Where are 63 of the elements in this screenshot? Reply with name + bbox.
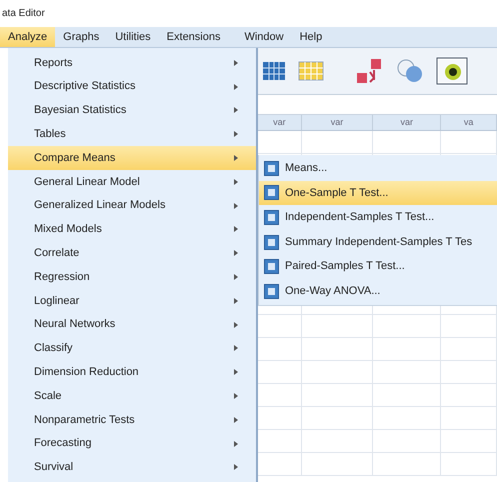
submenu-arrow-icon xyxy=(234,393,238,400)
submenu-arrow-icon xyxy=(234,274,238,280)
target-icon[interactable] xyxy=(436,57,468,85)
column-header: var xyxy=(373,115,442,130)
menu-item[interactable]: Nonparametric Tests xyxy=(8,408,256,432)
procedure-icon xyxy=(264,234,279,250)
submenu-arrow-icon xyxy=(234,60,238,66)
menu-item[interactable]: General Linear Model xyxy=(8,170,256,194)
procedure-icon xyxy=(264,210,279,225)
menu-item[interactable]: Loglinear xyxy=(8,288,256,313)
menu-item[interactable]: One-Sample T Test... xyxy=(259,180,497,206)
submenu-arrow-icon xyxy=(234,345,238,352)
menu-bar-item[interactable]: Graphs xyxy=(55,27,108,47)
menu-bar-item[interactable]: Window xyxy=(236,27,292,47)
procedure-icon xyxy=(264,185,279,200)
column-header: var xyxy=(302,115,374,130)
window-title: ata Editor xyxy=(2,7,45,21)
value-labels-icon[interactable] xyxy=(356,58,384,84)
menu-item[interactable]: Classify xyxy=(8,336,256,360)
menu-bar-item[interactable]: Extensions xyxy=(158,27,228,47)
variable-view-icon[interactable] xyxy=(298,59,324,83)
menu-item[interactable]: Regression xyxy=(8,265,256,289)
submenu-arrow-icon xyxy=(234,155,238,162)
menu-item[interactable]: Dimension Reduction xyxy=(8,360,256,384)
submenu-arrow-icon xyxy=(234,84,238,90)
menu-item[interactable]: Compare Means xyxy=(8,146,256,170)
procedure-icon xyxy=(264,284,279,299)
submenu-arrow-icon xyxy=(234,416,238,423)
submenu-arrow-icon xyxy=(234,131,238,138)
menu-bar-item[interactable]: Analyze xyxy=(0,27,56,47)
menu-item[interactable]: Mixed Models xyxy=(8,218,256,242)
menu-item[interactable]: Descriptive Statistics xyxy=(8,74,256,99)
submenu-arrow-icon xyxy=(234,226,238,232)
menu-item[interactable]: Survival xyxy=(8,456,256,480)
menu-bar-item[interactable]: Help xyxy=(292,27,330,47)
menu-bar-item[interactable]: Utilities xyxy=(107,27,159,47)
menu-item[interactable]: Scale xyxy=(8,384,256,408)
menu-item[interactable]: Reports xyxy=(8,51,256,75)
menu-item[interactable]: Forecasting xyxy=(8,432,256,456)
circles-icon[interactable] xyxy=(396,58,424,84)
submenu-arrow-icon xyxy=(234,440,238,447)
menu-item[interactable]: Neural Networks xyxy=(8,312,256,337)
submenu-arrow-icon xyxy=(234,322,238,328)
data-view-icon[interactable] xyxy=(262,59,286,83)
submenu-arrow-icon xyxy=(234,250,238,256)
menu-item[interactable]: Means... xyxy=(259,156,497,181)
submenu-arrow-icon xyxy=(234,202,238,209)
column-header: va xyxy=(441,115,497,130)
menu-item[interactable]: Paired-Samples T Test... xyxy=(259,254,497,279)
submenu-arrow-icon xyxy=(234,464,238,470)
procedure-icon xyxy=(264,259,279,274)
submenu-arrow-icon xyxy=(234,107,238,114)
menu-item[interactable]: Bayesian Statistics xyxy=(8,98,256,122)
menu-item[interactable]: Summary Independent-Samples T Tes xyxy=(259,230,497,254)
submenu-arrow-icon xyxy=(234,298,238,304)
menu-item[interactable]: Tables xyxy=(8,122,256,146)
menu-item[interactable]: Correlate xyxy=(8,241,256,266)
menu-item[interactable]: One-Way ANOVA... xyxy=(259,278,497,304)
submenu-arrow-icon xyxy=(234,178,238,185)
submenu-arrow-icon xyxy=(234,369,238,376)
menu-item[interactable]: Generalized Linear Models xyxy=(8,194,256,218)
menu-item[interactable]: Independent-Samples T Test... xyxy=(259,205,497,230)
procedure-icon xyxy=(264,160,279,176)
